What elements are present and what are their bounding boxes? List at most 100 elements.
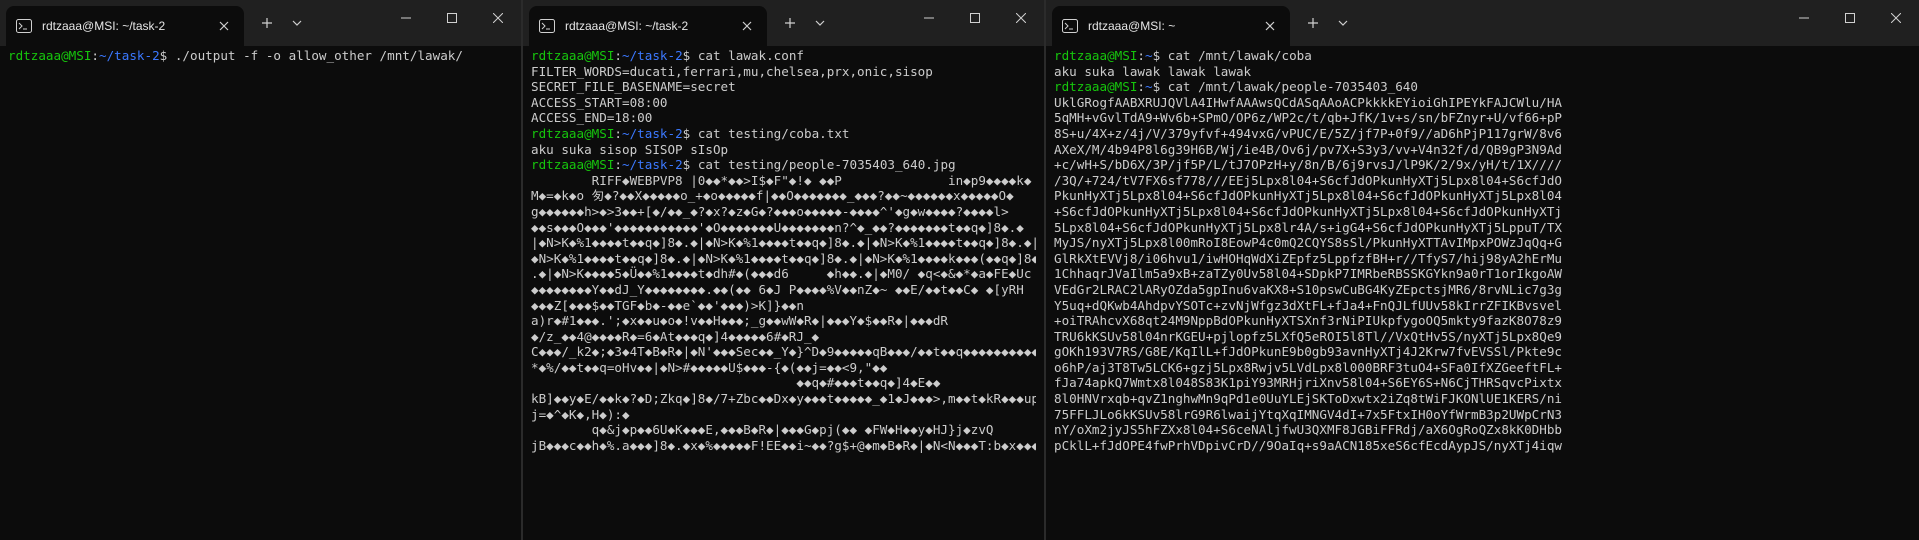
output-line: .◆|◆N>K◆◆◆◆5◆Ü◆◆%1◆◆◆◆t◆dh#◆(◆◆◆d6 ◆h◆◆.… xyxy=(531,266,1032,282)
output-line: a)r◆#1◆◆◆.';◆x◆◆u◆o◆!v◆◆H◆◆◆;_g◆◆wW◆R◆|◆… xyxy=(531,313,949,329)
output-line: ◆◆q◆#◆◆◆t◆◆q◆]4◆E◆◆ xyxy=(531,375,941,391)
command-text: cat /mnt/lawak/people-7035403_640 xyxy=(1167,79,1418,95)
prompt-dollar: $ xyxy=(159,48,175,63)
output-line: jB◆◆◆c◆◆h◆%.a◆◆◆]8◆.◆x◆%◆◆◆◆◆F!EE◆◆i~◆◆?… xyxy=(531,437,1036,453)
prompt-user: rdtzaaa@MSI xyxy=(531,125,615,141)
output-line: gOKh193V7RS/G8E/KqIlL+fJdOPkunE9b0gb93av… xyxy=(1054,344,1562,360)
output-line: TRU6kKSUv58l04nrKGEU+pjlopfz5LXfQ5eROI5l… xyxy=(1054,328,1562,344)
prompt-line: rdtzaaa@MSI:~$ cat /mnt/lawak/coba xyxy=(1054,48,1911,64)
prompt-dollar: $ xyxy=(1152,79,1168,95)
output-line: kB]◆◆y◆E/◆◆k◆?◆D;Zkq◆]8◆/7+Zbc◆◆Dx◆y◆◆◆t… xyxy=(531,391,1036,407)
output-line: PkunHyXTj5Lpx8l04+S6cfJdOPkunHyXTj5Lpx8l… xyxy=(1054,188,1562,204)
terminal-tab[interactable]: rdtzaaa@MSI: ~/task-2 xyxy=(6,6,244,46)
prompt-colon: : xyxy=(91,48,99,63)
output-line: UklGRogfAABXRUJQVlA4IHwfAAAwsQCdASqAAoAC… xyxy=(1054,94,1562,110)
close-tab-icon[interactable] xyxy=(1260,16,1280,36)
command-text: cat testing/coba.txt xyxy=(697,125,850,141)
window-controls xyxy=(1781,0,1919,36)
output-line: RIFF◆WEBPVP8 |0◆◆*◆◆>I$◆F"◆!◆ ◆◆P in◆p9◆… xyxy=(531,172,1032,188)
desktop: rdtzaaa@MSI: ~/task-2 rdtzaaa@MSI:~/task… xyxy=(0,0,1919,540)
prompt-line: rdtzaaa@MSI:~/task-2$ cat testing/people… xyxy=(531,157,1036,173)
prompt-user: rdtzaaa@MSI xyxy=(8,48,92,63)
output-line: Y5uq+dQKwb4AhdpvYSOTc+zvNjWfgz3dXtFL+fJa… xyxy=(1054,297,1562,313)
window-controls xyxy=(383,0,521,36)
maximize-icon[interactable] xyxy=(952,0,998,36)
terminal-output[interactable]: rdtzaaa@MSI:~$ cat /mnt/lawak/coba aku su… xyxy=(1046,46,1919,540)
terminal-window-1: rdtzaaa@MSI: ~/task-2 rdtzaaa@MSI:~/task… xyxy=(0,0,523,540)
output-line: MyJS/nyXTj5Lpx8l00mRoI8EowP4c0mQ2CQYS8sS… xyxy=(1054,235,1562,251)
close-window-icon[interactable] xyxy=(475,0,521,36)
terminal-icon xyxy=(16,18,32,34)
new-tab-plus-icon[interactable] xyxy=(256,12,278,34)
prompt-colon: : xyxy=(1137,79,1145,95)
output-line: 5qMH+vGvlTdA9+Wv6b+SPmO/OP6z/WP2c/t/qb+J… xyxy=(1054,110,1562,126)
close-tab-icon[interactable] xyxy=(737,16,757,36)
new-tab-plus-icon[interactable] xyxy=(1302,12,1324,34)
output-line: aku suka sisop SISOP sIsOp xyxy=(531,141,729,157)
maximize-icon[interactable] xyxy=(1827,0,1873,36)
output-line: C◆◆◆/_k2◆;◆3◆4T◆B◆R◆|◆N'◆◆◆Sec◆◆_Y◆}^D◆9… xyxy=(531,344,1036,360)
maximize-icon[interactable] xyxy=(429,0,475,36)
prompt-path: ~/task-2 xyxy=(622,48,683,63)
output-line: pCklL+fJdOPE4fwPrhVDpivCrD//9OaIq+s9aACN… xyxy=(1054,437,1562,453)
terminal-tab[interactable]: rdtzaaa@MSI: ~/task-2 xyxy=(529,6,767,46)
prompt-dollar: $ xyxy=(682,48,698,63)
prompt-line: rdtzaaa@MSI:~/task-2$ cat lawak.conf xyxy=(531,48,1036,64)
title-bar: rdtzaaa@MSI: ~ xyxy=(1046,0,1919,46)
output-line: ACCESS_START=08:00 xyxy=(531,94,668,110)
output-line: ◆N>K◆%1◆◆◆◆t◆◆q◆]8◆.◆|◆N>K◆%1◆◆◆◆t◆◆q◆]8… xyxy=(531,250,1036,266)
prompt-path: ~/task-2 xyxy=(622,157,683,173)
prompt-user: rdtzaaa@MSI xyxy=(1054,79,1138,95)
close-tab-icon[interactable] xyxy=(214,16,234,36)
output-line: AXeX/M/4b94P8l6g39H6B/Wj/ie4B/Ov6j/pv7X+… xyxy=(1054,141,1562,157)
close-window-icon[interactable] xyxy=(998,0,1044,36)
output-line: q◆&j◆p◆◆6U◆K◆◆◆E,◆◆◆B◆R◆|◆◆◆G◆pj(◆◆ ◆FW◆… xyxy=(531,422,994,438)
output-line: +S6cfJdOPkunHyXTj5Lpx8l04+S6cfJdOPkunHyX… xyxy=(1054,203,1562,219)
prompt-colon: : xyxy=(614,48,622,63)
minimize-icon[interactable] xyxy=(1781,0,1827,36)
output-line: fJa74apkQ7Wmtx8l048S83K1piY93MRHjriXnv58… xyxy=(1054,375,1562,391)
terminal-tab[interactable]: rdtzaaa@MSI: ~ xyxy=(1052,6,1290,46)
chevron-down-icon[interactable] xyxy=(809,12,831,34)
tab-title: rdtzaaa@MSI: ~ xyxy=(1088,19,1176,33)
output-line: 1ChhaqrJVaIlm5a9xB+zaTZy0Uv58l04+SDpkP7I… xyxy=(1054,266,1562,282)
output-line: aku suka lawak lawak lawak xyxy=(1054,63,1252,79)
prompt-line: rdtzaaa@MSI:~$ cat /mnt/lawak/people-703… xyxy=(1054,79,1911,95)
output-line: ◆◆◆Z[◆◆◆$◆◆TGF◆b◆-◆◆e`◆◆'◆◆◆)>K]}◆◆n xyxy=(531,297,804,313)
output-line: ACCESS_END=18:00 xyxy=(531,110,653,126)
output-line: j=◆^◆K◆,H◆):◆ xyxy=(531,406,630,422)
terminal-output[interactable]: rdtzaaa@MSI:~/task-2$ cat lawak.conf FILT… xyxy=(523,46,1044,540)
output-line: ◆◆s◆◆◆O◆◆◆'◆◆◆◆◆◆◆◆◆◆◆'◆O◆◆◆◆◆◆◆U◆◆◆◆◆◆◆… xyxy=(531,219,1024,235)
command-text: ./output -f -o allow_other /mnt/lawak/ xyxy=(174,48,463,63)
command-text: cat lawak.conf xyxy=(697,48,804,63)
prompt-dollar: $ xyxy=(682,157,698,173)
output-line: o6hP/aj3T8Tw5LCK6+gzj5Lpx8Rwjv5LVdLpx8l0… xyxy=(1054,359,1562,375)
prompt-line: rdtzaaa@MSI:~/task-2$ ./output -f -o all… xyxy=(8,48,513,64)
prompt-colon: : xyxy=(1137,48,1145,63)
terminal-icon xyxy=(1062,18,1078,34)
prompt-dollar: $ xyxy=(682,125,698,141)
tab-title: rdtzaaa@MSI: ~/task-2 xyxy=(42,19,166,33)
title-bar: rdtzaaa@MSI: ~/task-2 xyxy=(523,0,1044,46)
output-line: 8l0HNVrxqb+qvZ1nghwMn9qPd1e0UuYLEjSKToDx… xyxy=(1054,391,1562,407)
output-line: g◆◆◆◆◆◆h>◆>3◆◆+[◆/◆◆_◆?◆x?◆z◆G◆?◆◆◆o◆◆◆◆… xyxy=(531,203,1009,219)
minimize-icon[interactable] xyxy=(906,0,952,36)
prompt-path: ~ xyxy=(1145,79,1153,95)
chevron-down-icon[interactable] xyxy=(286,12,308,34)
output-line: FILTER_WORDS=ducati,ferrari,mu,chelsea,p… xyxy=(531,63,933,79)
prompt-user: rdtzaaa@MSI xyxy=(531,157,615,173)
terminal-output[interactable]: rdtzaaa@MSI:~/task-2$ ./output -f -o all… xyxy=(0,46,521,540)
close-window-icon[interactable] xyxy=(1873,0,1919,36)
new-tab-plus-icon[interactable] xyxy=(779,12,801,34)
output-line: *◆%/◆◆t◆◆q=oHv◆◆|◆N>#◆◆◆◆◆U$◆◆◆-{◆(◆◆j=◆… xyxy=(531,359,888,375)
prompt-user: rdtzaaa@MSI xyxy=(1054,48,1138,63)
chevron-down-icon[interactable] xyxy=(1332,12,1354,34)
minimize-icon[interactable] xyxy=(383,0,429,36)
output-line: +c/wH+S/bD6X/3P/jf5P/L/tJ7OPzH+y/8n/B/6j… xyxy=(1054,157,1562,173)
terminal-window-3: rdtzaaa@MSI: ~ rdtzaaa@MSI:~$ cat /mnt/l… xyxy=(1046,0,1919,540)
prompt-user: rdtzaaa@MSI xyxy=(531,48,615,63)
output-line: VEdGr2LRAC2lARyOZda5gpInu6vaKX8+S10pswCu… xyxy=(1054,281,1562,297)
terminal-icon xyxy=(539,18,555,34)
output-line: SECRET_FILE_BASENAME=secret xyxy=(531,79,736,95)
title-bar: rdtzaaa@MSI: ~/task-2 xyxy=(0,0,521,46)
